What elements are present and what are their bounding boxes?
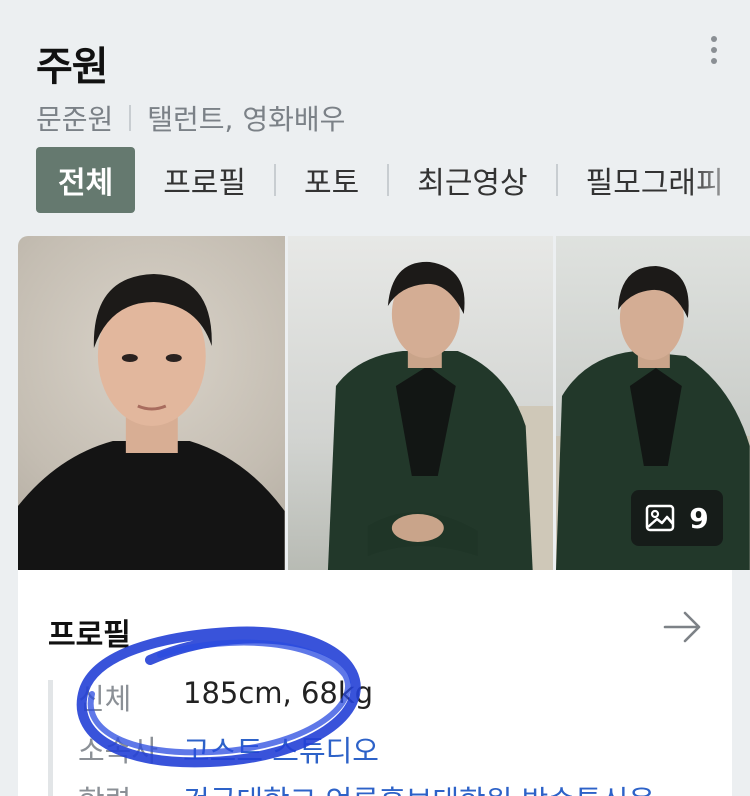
profile-side-line: [48, 680, 53, 796]
photo-count-badge[interactable]: 9: [631, 490, 723, 546]
page-title: 주원: [36, 44, 109, 90]
photo-seated-1[interactable]: [287, 236, 554, 570]
tab-photo[interactable]: 포토: [276, 147, 387, 213]
profile-row-education: 학력 건국대학교 언론홍보대학원 방송통신융: [78, 778, 655, 796]
profile-row-agency: 소속사 고스트 스튜디오: [78, 728, 379, 770]
photo-strip[interactable]: 9: [18, 236, 750, 570]
more-options-icon[interactable]: [700, 36, 728, 72]
profile-title: 프로필: [48, 618, 131, 653]
row-label: 신체: [78, 682, 132, 716]
occupation: 탤런트, 영화배우: [147, 103, 346, 136]
profile-row-body: 신체 185cm, 68kg: [78, 676, 373, 718]
row-label: 소속사: [78, 734, 159, 768]
photo-portrait[interactable]: [18, 236, 285, 570]
header: 주원 문준원 탤런트, 영화배우 전체 프로필 포토 최근영상 필모그래피: [0, 0, 750, 236]
arrow-right-icon[interactable]: [663, 610, 703, 644]
row-label: 학력: [78, 778, 183, 796]
tab-all[interactable]: 전체: [36, 147, 136, 213]
tab-recent-videos[interactable]: 최근영상: [389, 147, 555, 213]
profile-card: 프로필 신체 185cm, 68kg 소속사 고스트 스튜디오 학력 건국대학교…: [18, 570, 732, 796]
subtitle: 문준원 탤런트, 영화배우: [36, 98, 345, 138]
row-value: 185cm, 68kg: [183, 676, 374, 710]
tab-bar: 전체 프로필 포토 최근영상 필모그래피: [36, 147, 750, 213]
divider: [129, 105, 132, 131]
tabs-fade: [690, 140, 750, 220]
photo-count: 9: [689, 501, 709, 535]
image-gallery-icon: [646, 504, 675, 532]
real-name: 문준원: [36, 103, 114, 136]
education-link[interactable]: 건국대학교 언론홍보대학원 방송통신융: [183, 778, 655, 796]
tab-profile[interactable]: 프로필: [135, 147, 274, 213]
agency-link[interactable]: 고스트 스튜디오: [183, 728, 379, 770]
